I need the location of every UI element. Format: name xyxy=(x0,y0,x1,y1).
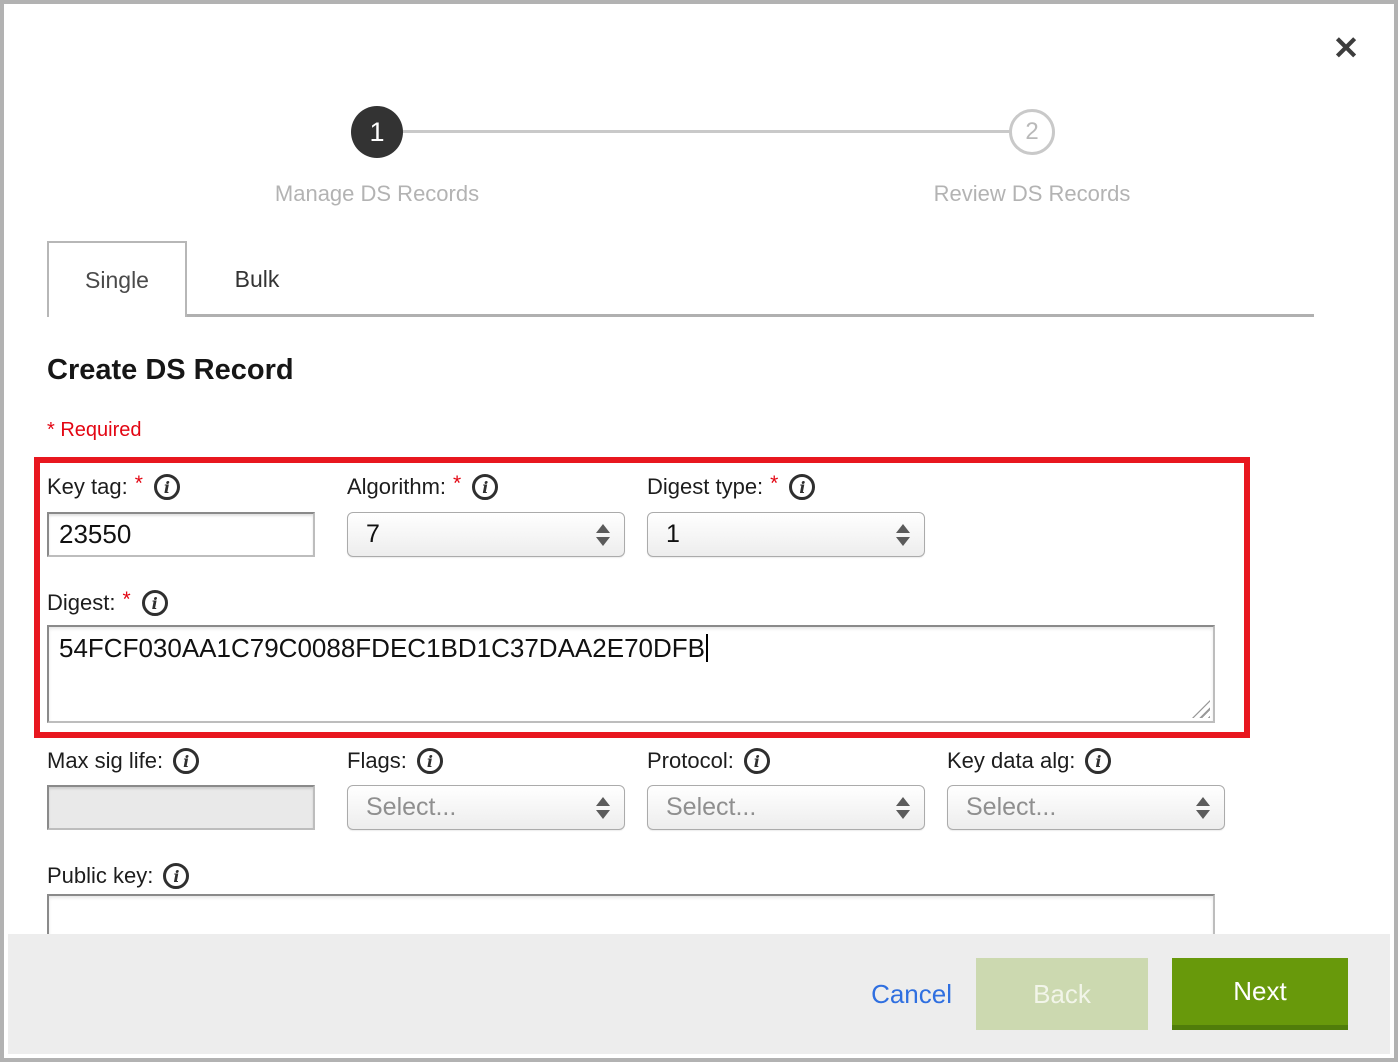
flags-label-text: Flags: xyxy=(347,748,407,774)
key-data-alg-select[interactable]: Select... xyxy=(947,785,1225,830)
info-icon[interactable]: i xyxy=(154,474,180,500)
flags-select-value: Select... xyxy=(366,793,596,822)
modal-footer: Cancel Back Next xyxy=(8,934,1390,1054)
digest-value: 54FCF030AA1C79C0088FDEC1BD1C37DAA2E70DFB xyxy=(59,633,705,663)
required-asterisk: * xyxy=(122,588,130,612)
required-note: * Required xyxy=(47,419,142,442)
info-icon[interactable]: i xyxy=(1085,748,1111,774)
key-tag-input[interactable] xyxy=(47,512,315,557)
info-icon[interactable]: i xyxy=(142,590,168,616)
stepper-connector-line xyxy=(401,130,1011,133)
select-arrows-icon xyxy=(896,524,910,546)
tab-bulk[interactable]: Bulk xyxy=(187,241,327,317)
max-sig-life-label-text: Max sig life: xyxy=(47,748,163,774)
algorithm-select-value: 7 xyxy=(366,520,596,549)
max-sig-life-label: Max sig life: i xyxy=(47,746,199,776)
info-icon[interactable]: i xyxy=(789,474,815,500)
back-button[interactable]: Back xyxy=(976,958,1148,1030)
key-data-alg-label: Key data alg: i xyxy=(947,746,1111,776)
info-icon[interactable]: i xyxy=(173,748,199,774)
digest-type-label: Digest type: * i xyxy=(647,472,815,502)
tab-single[interactable]: Single xyxy=(47,241,187,317)
protocol-label: Protocol: i xyxy=(647,746,770,776)
stepper-step-1-circle: 1 xyxy=(351,106,403,158)
next-button[interactable]: Next xyxy=(1172,958,1348,1030)
algorithm-label-text: Algorithm: xyxy=(347,474,446,500)
digest-label: Digest: * i xyxy=(47,588,168,618)
key-tag-label-text: Key tag: xyxy=(47,474,128,500)
stepper-step-1-label: Manage DS Records xyxy=(217,181,537,207)
stepper-step-2-number: 2 xyxy=(1025,118,1038,146)
info-icon[interactable]: i xyxy=(417,748,443,774)
public-key-label-text: Public key: xyxy=(47,863,153,889)
stepper-step-2-circle: 2 xyxy=(1009,109,1055,155)
digest-label-text: Digest: xyxy=(47,590,115,616)
algorithm-select[interactable]: 7 xyxy=(347,512,625,557)
required-asterisk: * xyxy=(453,472,461,496)
stepper-step-1-number: 1 xyxy=(369,117,384,148)
cancel-button[interactable]: Cancel xyxy=(871,979,952,1010)
tab-single-label: Single xyxy=(85,267,149,294)
digest-type-label-text: Digest type: xyxy=(647,474,763,500)
info-icon[interactable]: i xyxy=(163,863,189,889)
key-tag-label: Key tag: * i xyxy=(47,472,180,502)
flags-select[interactable]: Select... xyxy=(347,785,625,830)
create-ds-record-modal: ✕ 1 2 Manage DS Records Review DS Record… xyxy=(0,0,1398,1062)
algorithm-label: Algorithm: * i xyxy=(347,472,498,502)
resize-handle[interactable] xyxy=(1192,700,1210,718)
select-arrows-icon xyxy=(596,524,610,546)
info-icon[interactable]: i xyxy=(744,748,770,774)
text-caret xyxy=(706,634,708,662)
key-data-alg-label-text: Key data alg: xyxy=(947,748,1075,774)
protocol-label-text: Protocol: xyxy=(647,748,734,774)
required-asterisk: * xyxy=(135,472,143,496)
public-key-label: Public key: i xyxy=(47,861,189,891)
stepper-step-2-label: Review DS Records xyxy=(872,181,1192,207)
required-asterisk: * xyxy=(770,472,778,496)
info-icon[interactable]: i xyxy=(472,474,498,500)
digest-type-select[interactable]: 1 xyxy=(647,512,925,557)
select-arrows-icon xyxy=(896,797,910,819)
digest-textarea[interactable]: 54FCF030AA1C79C0088FDEC1BD1C37DAA2E70DFB xyxy=(47,625,1215,723)
tab-underline xyxy=(187,314,1314,317)
close-icon[interactable]: ✕ xyxy=(1326,28,1366,68)
flags-label: Flags: i xyxy=(347,746,443,776)
select-arrows-icon xyxy=(1196,797,1210,819)
max-sig-life-input[interactable] xyxy=(47,785,315,830)
digest-type-select-value: 1 xyxy=(666,520,896,549)
key-data-alg-select-value: Select... xyxy=(966,793,1196,822)
protocol-select[interactable]: Select... xyxy=(647,785,925,830)
protocol-select-value: Select... xyxy=(666,793,896,822)
select-arrows-icon xyxy=(596,797,610,819)
tab-bulk-label: Bulk xyxy=(235,266,280,293)
page-title: Create DS Record xyxy=(47,354,294,387)
